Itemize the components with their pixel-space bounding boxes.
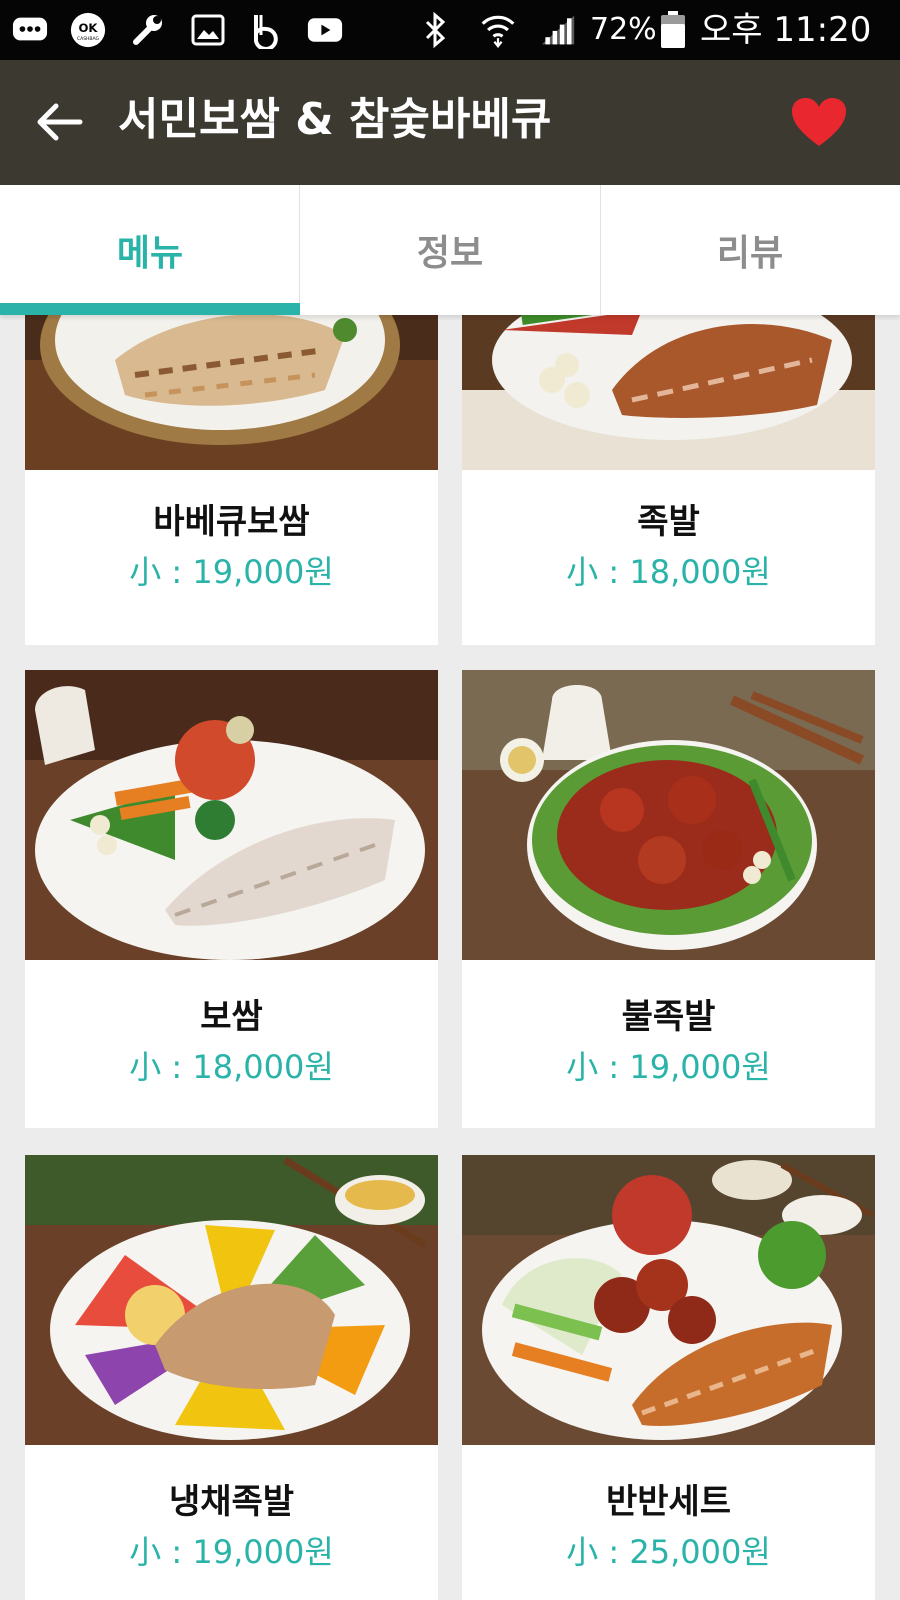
svg-text:OK: OK [79,21,99,35]
page-title: 서민보쌈 & 참숯바베큐 [118,94,552,145]
tab-bar: 메뉴 정보 리뷰 [0,185,900,315]
menu-card[interactable]: 족발 小 : 18,000원 [462,315,875,645]
tab-reviews[interactable]: 리뷰 [600,185,900,315]
heart-icon [792,98,846,146]
wrench-icon [130,12,166,48]
menu-price: 小 : 25,000원 [566,1533,771,1571]
menu-card[interactable]: 불족발 小 : 19,000원 [462,670,875,1128]
back-button[interactable] [32,96,88,148]
menu-photo [462,1155,875,1445]
app-bar: 서민보쌈 & 참숯바베큐 [0,60,900,185]
menu-name: 반반세트 [605,1482,732,1522]
wifi-icon [480,12,516,49]
battery-icon [655,11,691,48]
menu-photo [462,315,875,470]
menu-photo [25,670,438,960]
menu-name: 불족발 [621,997,716,1037]
bluetooth-icon [418,11,454,49]
menu-price: 小 : 18,000원 [129,1048,334,1086]
menu-name: 바베큐보쌈 [153,502,310,542]
menu-name: 족발 [637,502,700,542]
menu-name: 냉채족발 [168,1482,295,1522]
menu-card[interactable]: 냉채족발 小 : 19,000원 [25,1155,438,1600]
menu-card[interactable]: 반반세트 小 : 25,000원 [462,1155,875,1600]
menu-photo [25,1155,438,1445]
menu-price: 小 : 19,000원 [566,1048,771,1086]
arrow-left-icon [37,103,83,141]
message-icon [12,12,48,48]
youtube-icon [307,12,343,48]
menu-price: 小 : 19,000원 [129,1533,334,1571]
svg-text:CASHBAG: CASHBAG [77,36,100,42]
active-tab-indicator [0,303,300,315]
favorite-button[interactable] [790,96,848,150]
menu-grid: 바베큐보쌈 小 : 19,000원 족발 小 : 18,000원 보쌈 小: … [0,315,900,1600]
battery-percent: 72% [590,12,657,47]
clock: 오후 11:20 [700,10,872,50]
menu-name: 보쌈 [200,997,263,1037]
menu-photo [25,315,438,470]
menu-photo [462,670,875,960]
signal-icon [540,12,576,48]
ok-cashbag-icon: OK CASHBAG [70,12,106,48]
menu-card[interactable]: 바베큐보쌈 小 : 19,000원 [25,315,438,645]
tab-info[interactable]: 정보 [300,185,600,315]
gallery-icon [190,12,226,48]
menu-price: 小 : 18,000원 [566,553,771,591]
menu-price: 小 : 19,000원 [129,553,334,591]
status-bar: OK CASHBAG 72% 오후 11:20 [0,0,900,60]
tab-menu[interactable]: 메뉴 [0,185,300,315]
b-app-icon [248,12,284,49]
menu-card[interactable]: 보쌈 小 : 18,000원 [25,670,438,1128]
